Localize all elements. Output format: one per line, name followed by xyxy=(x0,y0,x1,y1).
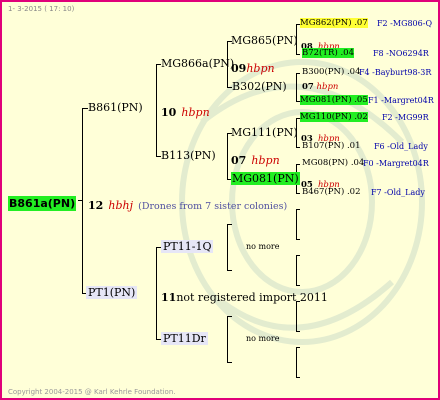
gen2-a-mating: 09hbpn xyxy=(231,57,275,76)
no-more-label: no more xyxy=(246,242,280,251)
gen2-b-name[interactable]: B113(PN) xyxy=(161,149,216,162)
gen1-dam-hb: hbpn xyxy=(181,106,210,119)
gen1-sire-mating: 11not registered import 2011 xyxy=(161,286,328,305)
gen4-ref: F1 -Margret04R xyxy=(368,96,434,105)
root-hb: hbhj xyxy=(108,199,134,212)
gen4-name: MG081(PN) xyxy=(300,95,352,105)
gen4-ref: F2 -MG99R xyxy=(382,113,429,122)
no-more-label: no more xyxy=(246,334,280,343)
gen2-a-num: 09 xyxy=(231,62,247,75)
gen2-d-name[interactable]: PT11Dr xyxy=(161,332,208,345)
gen1-dam-num: 10 xyxy=(161,106,177,119)
gen4-row[interactable]: MG081(PN) .05 xyxy=(300,95,368,105)
gen4-ref: F4 -Bayburt98-3R xyxy=(359,68,432,77)
gen1-dam-mating: 10 hbpn xyxy=(161,101,210,120)
gen4-ref: F0 -Margret04R xyxy=(363,159,429,168)
gen4-name: MG110(PN) xyxy=(300,112,352,122)
gen4-name: MG862(PN) xyxy=(300,18,352,28)
gen4-year: .02 xyxy=(346,187,361,197)
gen2-a-hb: hbpn xyxy=(246,62,275,75)
gen4-year: .02 xyxy=(354,112,368,122)
root-queen[interactable]: B861a(PN) xyxy=(8,192,77,211)
gen4-name: MG08(PN) xyxy=(302,158,349,168)
gen4-year: .05 xyxy=(354,95,368,105)
gen2-c-name[interactable]: PT11-1Q xyxy=(161,240,214,253)
gen4-ref: F6 -Old_Lady xyxy=(374,142,428,151)
gen4-name: B300(PN) xyxy=(302,67,345,77)
gen4-row[interactable]: B107(PN) .01 xyxy=(302,141,361,151)
gen4-row[interactable]: MG862(PN) .07 xyxy=(300,18,368,28)
gen3-d-name[interactable]: MG081(PN) xyxy=(231,172,300,185)
gen4-year: .04 xyxy=(340,48,354,58)
gen1-sire-name[interactable]: PT1(PN) xyxy=(86,286,138,299)
root-queen-name[interactable]: B861a(PN) xyxy=(8,196,77,211)
gen3-b-name[interactable]: B302(PN) xyxy=(232,80,287,93)
gen4-year: .07 xyxy=(354,18,368,28)
gen4-ref: F2 -MG806-Q xyxy=(377,19,432,28)
root-num: 12 xyxy=(88,199,104,212)
gen4-name: B72(TR) xyxy=(302,48,338,58)
gen4-row[interactable]: B72(TR) .04 xyxy=(302,48,354,58)
gen4-row[interactable]: B467(PN) .02 xyxy=(302,187,361,197)
gen2-b-hb: hbpn xyxy=(251,154,280,167)
gen4-b-mating: 07 hbpn xyxy=(302,82,339,92)
gen4-name: B107(PN) xyxy=(302,141,345,151)
gen4-row[interactable]: MG08(PN) .04 xyxy=(302,158,364,168)
gen1-sire-num: 11 xyxy=(161,291,177,304)
root-mating-info: 12 hbhj (Drones from 7 sister colonies) xyxy=(88,194,287,213)
gen3-c-name[interactable]: MG111(PN) xyxy=(231,126,298,139)
gen1-dam-name[interactable]: B861(PN) xyxy=(88,101,143,114)
gen1-sire-note: not registered import 2011 xyxy=(176,291,328,304)
gen2-b-mating: 07 hbpn xyxy=(231,149,280,168)
gen4-row[interactable]: B300(PN) .04 xyxy=(302,67,361,77)
gen4-ref: F7 -Old_Lady xyxy=(371,188,425,197)
gen3-a-name[interactable]: MG865(PN) xyxy=(231,34,298,47)
generated-date: 1- 3-2015 ( 17: 10) xyxy=(8,5,75,13)
copyright-footer: Copyright 2004-2015 @ Karl Kehrle Founda… xyxy=(8,388,176,396)
root-drones-note: (Drones from 7 sister colonies) xyxy=(138,201,288,212)
gen2-a-name[interactable]: MG866a(PN) xyxy=(161,57,234,70)
gen4-ref: F8 -NO6294R xyxy=(373,49,429,58)
gen4-year: .01 xyxy=(346,141,361,151)
gen4-row[interactable]: MG110(PN) .02 xyxy=(300,112,368,122)
gen4-name: B467(PN) xyxy=(302,187,345,197)
pedigree-frame: 1- 3-2015 ( 17: 10) B861a(PN) 12 hbhj (D… xyxy=(0,0,440,400)
gen2-b-num: 07 xyxy=(231,154,247,167)
